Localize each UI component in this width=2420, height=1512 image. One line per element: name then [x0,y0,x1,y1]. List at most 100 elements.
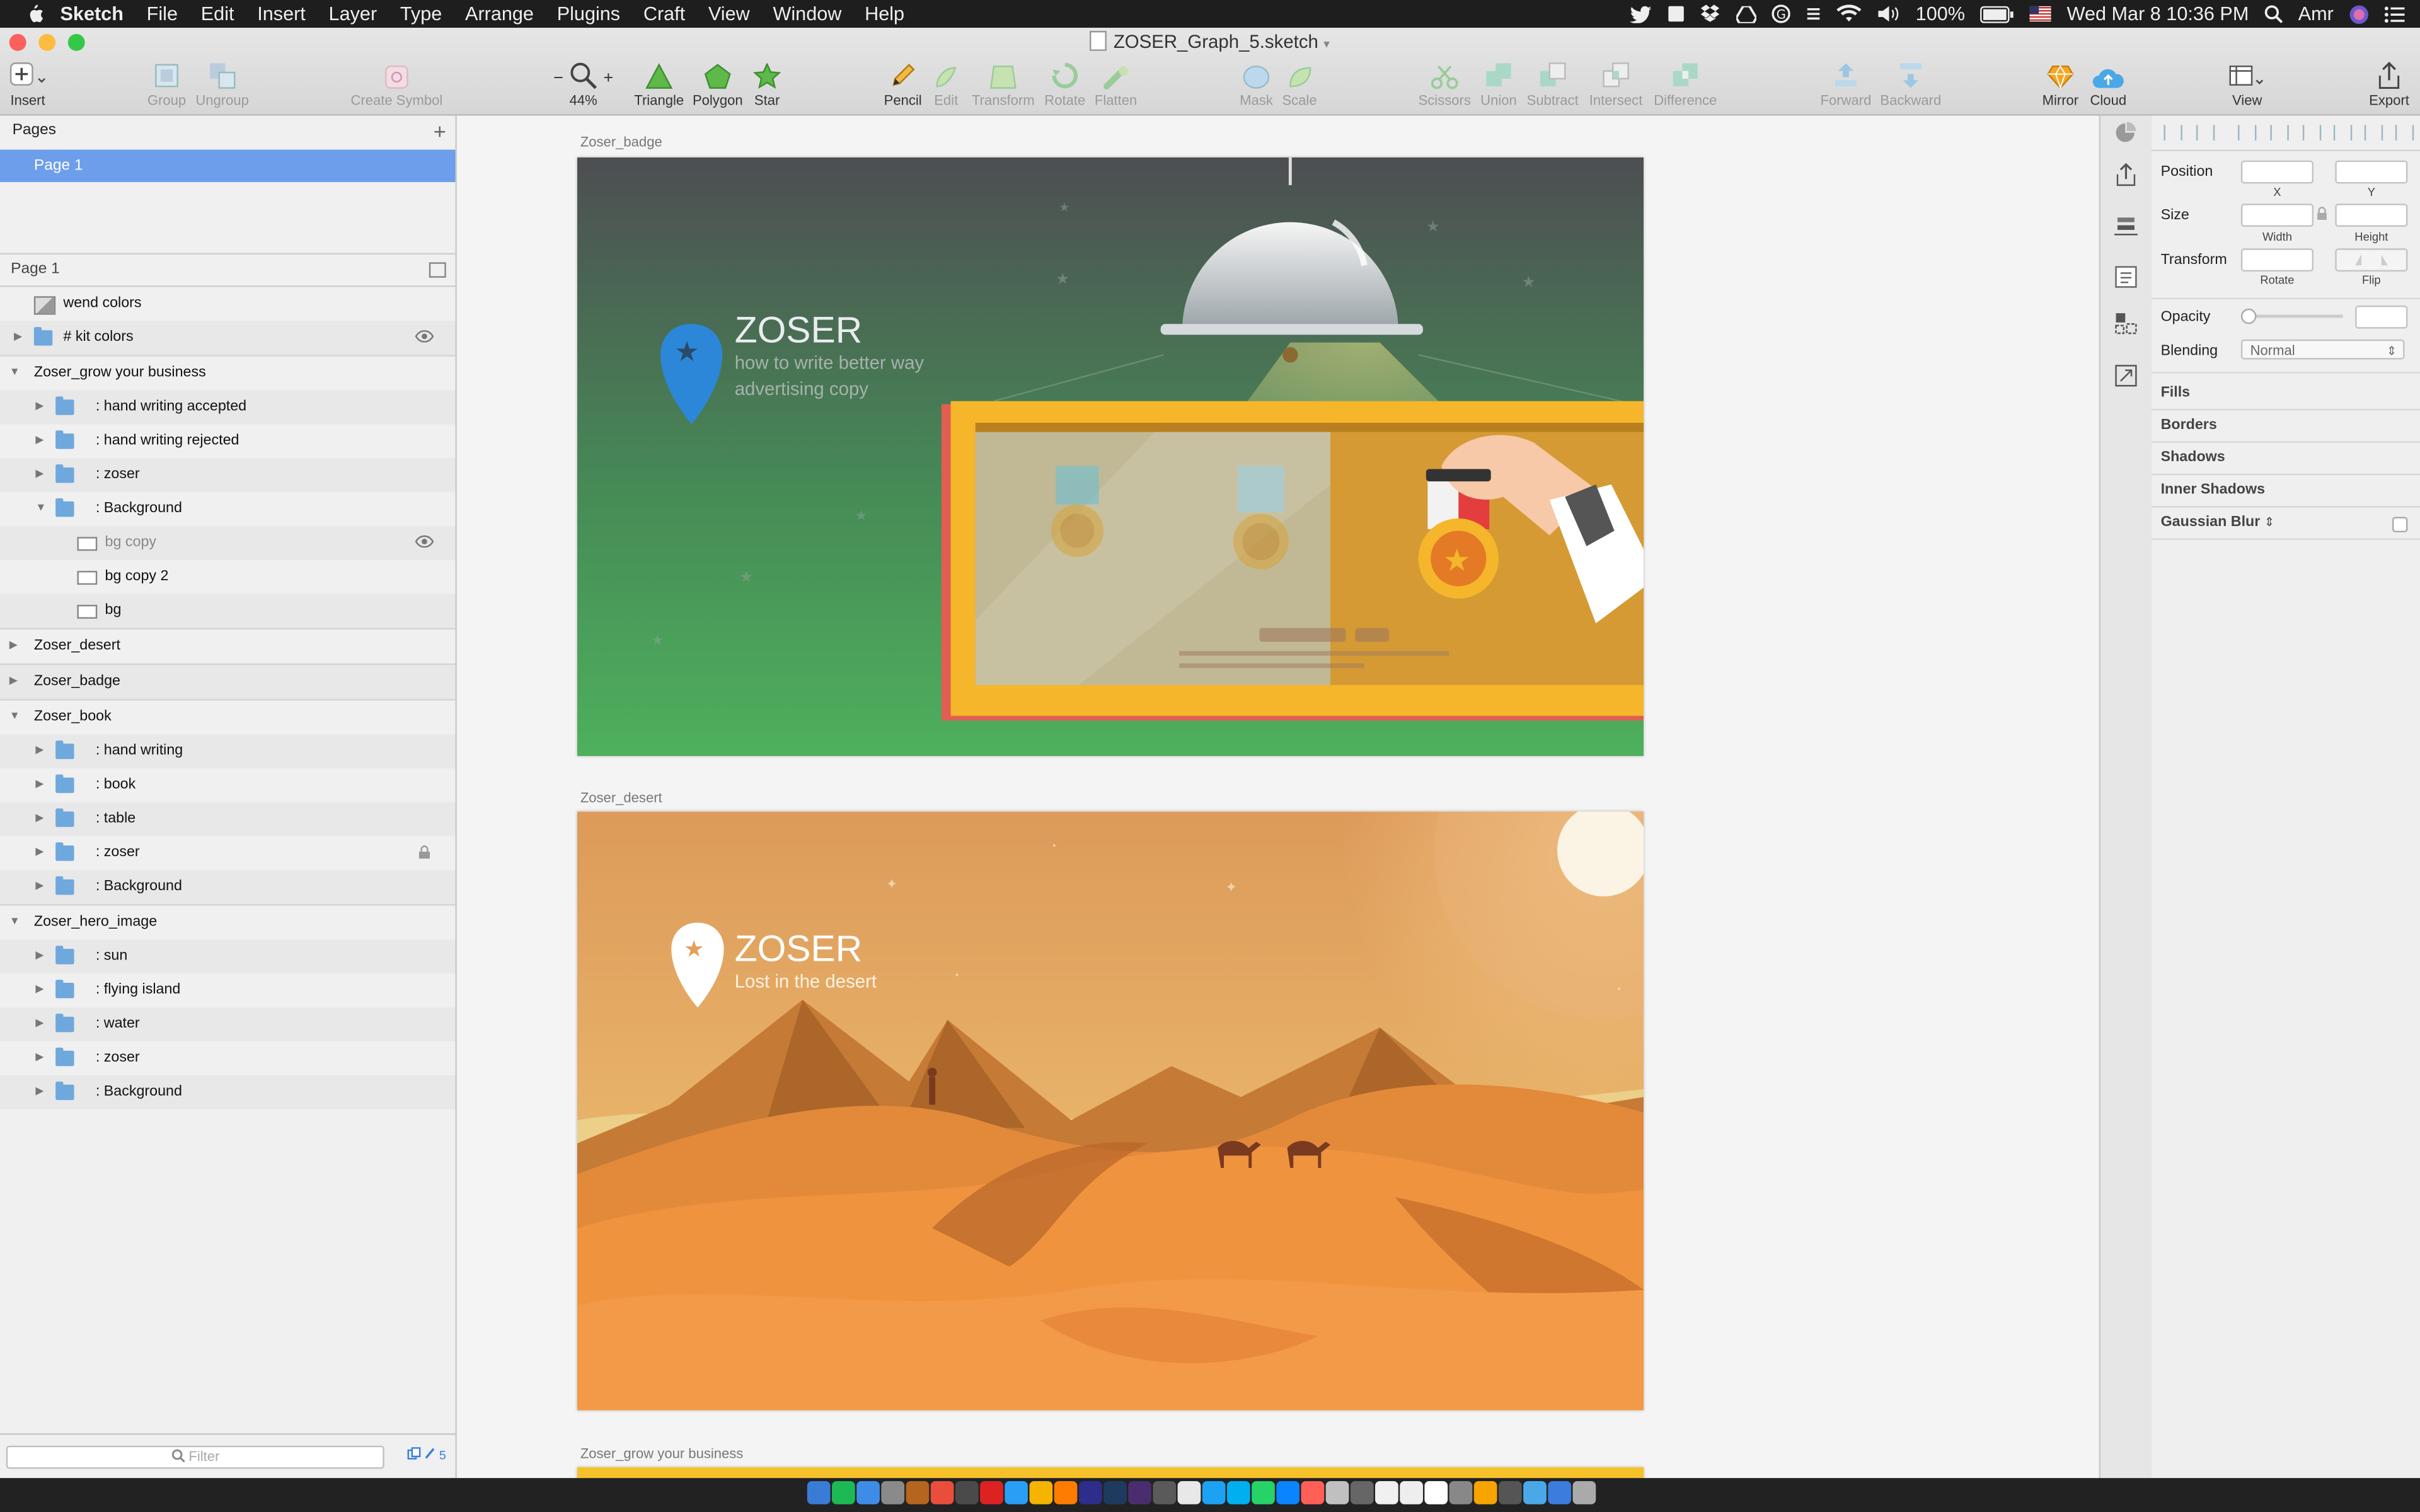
layer-row[interactable]: ▼: Background [0,492,455,526]
artboard-zoser-desert[interactable]: ✦ ✦ • • • ★ ZOSER Lost in the desert [577,811,1644,1411]
disclosure-expanded-icon[interactable]: ▼ [9,357,20,391]
disclosure-collapsed-icon[interactable]: ▶ [9,629,18,663]
bolt-icon[interactable] [1806,4,1821,23]
battery-icon[interactable] [1980,5,2015,23]
disclosure-collapsed-icon[interactable]: ▶ [35,802,43,836]
notification-center-icon[interactable] [2384,6,2405,23]
layer-row[interactable]: ▶: water [0,1007,456,1042]
artboard-label-desert[interactable]: Zoser_desert [580,790,662,805]
dock-app-icon[interactable] [1276,1481,1300,1504]
rotate-input[interactable] [2240,248,2314,272]
dock-app-icon[interactable] [1078,1481,1102,1504]
dock-app-icon[interactable] [955,1481,979,1504]
layer-row[interactable]: ▼ Zoser_book [0,699,456,734]
visibility-eye-icon[interactable] [415,535,434,548]
menu-app-name[interactable]: Sketch [60,3,124,25]
layer-row[interactable]: ▶: flying island [0,973,455,1007]
layer-row[interactable]: wend colors [0,287,455,321]
disclosure-collapsed-icon[interactable]: ▶ [35,870,43,904]
menu-view[interactable]: View [708,3,750,25]
zoom-out-button[interactable]: − [553,68,563,89]
dock-app-icon[interactable] [1350,1481,1374,1504]
opacity-input[interactable] [2355,305,2408,329]
artboard-zoser-badge[interactable]: ★ ★ ★ ★ ★ ★ ★ ★ ★ ZOSER how to write bet… [577,157,1644,757]
layers-stack-icon[interactable] [2113,213,2140,239]
align-top-icon[interactable] [2333,125,2353,140]
zoom-in-button[interactable]: + [604,68,614,89]
layer-row[interactable]: ▶ Zoser_badge [0,663,456,699]
layer-row[interactable]: bg copy 2 [0,560,455,594]
ungroup-button[interactable]: Ungroup [176,59,268,108]
dock-app-icon[interactable] [832,1481,855,1504]
dock-app-icon[interactable] [1202,1481,1226,1504]
align-right-icon[interactable] [2302,125,2322,140]
cloud-button[interactable]: Cloud [2062,59,2155,108]
layer-row[interactable]: bg copy [0,526,456,560]
create-symbol-button[interactable]: Create Symbol [335,59,458,108]
us-flag-icon[interactable] [2029,6,2052,22]
shadows-section[interactable]: Shadows [2161,449,2225,466]
menu-craft[interactable]: Craft [643,3,685,25]
dock-app-icon[interactable] [1400,1481,1423,1504]
layer-row[interactable]: ▶: Background [0,870,456,905]
disclosure-collapsed-icon[interactable]: ▶ [35,1007,43,1041]
filter-input[interactable]: Filter [6,1445,384,1469]
pie-chart-icon[interactable] [2113,120,2140,147]
disclosure-expanded-icon[interactable]: ▼ [9,906,20,940]
menu-arrange[interactable]: Arrange [465,3,534,25]
align-left-icon[interactable] [2238,125,2257,140]
layer-row[interactable]: ▶: hand writing [0,734,456,769]
layer-row[interactable]: ▶: sun [0,939,456,974]
dock-app-icon[interactable] [1424,1481,1448,1504]
dock-app-icon[interactable] [1226,1481,1250,1504]
menu-file[interactable]: File [147,3,178,25]
fills-section[interactable]: Fills [2161,384,2191,401]
share-icon[interactable] [2113,162,2140,188]
dock-app-icon[interactable] [1005,1481,1028,1504]
dock-app-icon[interactable] [1252,1481,1275,1504]
dock-app-icon[interactable] [906,1481,930,1504]
disclosure-collapsed-icon[interactable]: ▶ [9,665,18,699]
align-middle-icon[interactable] [2364,125,2383,140]
dropbox-icon[interactable] [1701,4,1721,23]
wifi-icon[interactable] [1836,4,1862,23]
disclosure-collapsed-icon[interactable]: ▶ [35,735,43,769]
layer-row[interactable]: ▶ # kit colors [0,321,456,355]
inner-shadows-section[interactable]: Inner Shadows [2161,481,2265,498]
layer-row[interactable]: ▶: book [0,769,455,803]
twitter-icon[interactable] [1630,5,1652,23]
position-x-input[interactable] [2240,160,2314,184]
scale-button[interactable]: Scale [1253,59,1346,108]
disclosure-collapsed-icon[interactable]: ▶ [35,973,43,1007]
gaussian-blur-section[interactable]: Gaussian Blur ⇕ [2161,514,2275,531]
opacity-slider-knob[interactable] [2240,308,2257,324]
resize-frame-icon[interactable] [2113,363,2140,389]
artboard-zoser-grow-your-business[interactable] [577,1467,1644,1479]
layer-row[interactable]: bg [0,593,456,628]
dock-app-icon[interactable] [1103,1481,1127,1504]
layer-row[interactable]: ▶ Zoser_desert [0,627,456,663]
menu-insert[interactable]: Insert [257,3,306,25]
chevron-down-icon[interactable]: ▾ [1323,37,1330,51]
lock-ratio-icon[interactable] [2317,207,2327,220]
dock-app-icon[interactable] [1548,1481,1572,1504]
disclosure-collapsed-icon[interactable]: ▶ [35,769,43,803]
align-center-icon[interactable] [2270,125,2289,140]
disclosure-collapsed-icon[interactable]: ▶ [35,458,43,492]
add-page-button[interactable]: + [434,116,446,147]
siri-icon[interactable] [2349,4,2369,24]
disclosure-collapsed-icon[interactable]: ▶ [35,391,43,425]
grammarly-icon[interactable]: G [1772,4,1791,23]
layer-row[interactable]: ▶: zoser [0,836,455,870]
dock-app-icon[interactable] [1153,1481,1177,1504]
dock-app-icon[interactable] [1523,1481,1547,1504]
distribute-vertical-icon[interactable] [2196,125,2215,140]
bear-app-icon[interactable] [1667,4,1685,23]
dock-app-icon[interactable] [881,1481,905,1504]
dock-app-icon[interactable] [1498,1481,1522,1504]
dock-app-icon[interactable] [1054,1481,1078,1504]
menu-layer[interactable]: Layer [329,3,377,25]
flip-buttons[interactable] [2335,248,2408,272]
grid-select-icon[interactable] [2113,310,2140,336]
disclosure-collapsed-icon[interactable]: ▶ [35,424,43,458]
